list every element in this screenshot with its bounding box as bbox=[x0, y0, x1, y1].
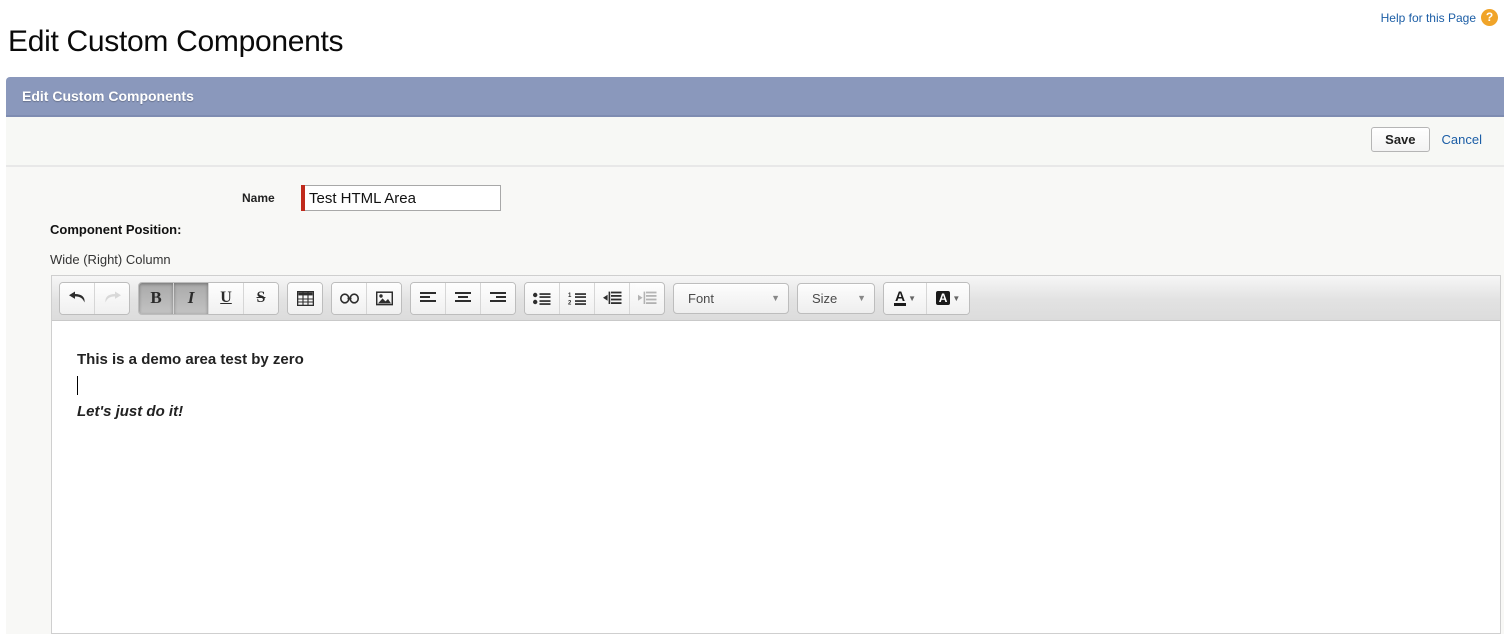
name-field-label: Name bbox=[242, 191, 275, 205]
highlight-color-button[interactable]: A ▼ bbox=[927, 282, 969, 314]
bold-icon: B bbox=[150, 288, 162, 307]
chevron-down-icon: ▼ bbox=[908, 293, 917, 303]
table-icon bbox=[296, 290, 314, 306]
font-family-select[interactable]: Font ▼ bbox=[673, 282, 789, 314]
history-button-group bbox=[59, 281, 130, 315]
numbered-list-button[interactable]: 1 2 bbox=[560, 282, 595, 314]
section-header: Edit Custom Components bbox=[6, 77, 1504, 117]
question-mark-circle-icon[interactable]: ? bbox=[1481, 9, 1498, 26]
section-header-title: Edit Custom Components bbox=[22, 88, 194, 104]
alignment-button-group bbox=[410, 281, 516, 315]
text-color-button[interactable]: A ▼ bbox=[884, 282, 927, 314]
chevron-down-icon: ▼ bbox=[857, 293, 866, 303]
indent-button[interactable] bbox=[595, 282, 630, 314]
insert-button-group bbox=[331, 281, 402, 315]
editor-content-line-1: This is a demo area test by zero bbox=[77, 351, 304, 368]
undo-button[interactable] bbox=[60, 282, 95, 314]
action-buttons: Save Cancel bbox=[1371, 127, 1484, 152]
align-right-icon bbox=[489, 291, 507, 305]
insert-table-button[interactable] bbox=[288, 282, 322, 314]
redo-arrow-icon bbox=[103, 291, 122, 306]
align-left-button[interactable] bbox=[411, 282, 446, 314]
text-style-button-group: B I U S bbox=[138, 281, 279, 315]
font-size-select[interactable]: Size ▼ bbox=[797, 282, 875, 314]
text-cursor bbox=[77, 376, 78, 395]
edit-custom-components-section: Edit Custom Components Save Cancel Name … bbox=[6, 77, 1504, 634]
highlight-color-icon: A bbox=[935, 291, 951, 305]
indent-icon bbox=[602, 291, 622, 305]
form-body: Name Component Position: Wide (Right) Co… bbox=[6, 167, 1504, 634]
svg-text:2: 2 bbox=[568, 300, 572, 305]
component-position-label: Component Position: bbox=[50, 222, 182, 237]
editor-content-line-2 bbox=[77, 373, 1500, 399]
help-for-this-page-link[interactable]: Help for this Page bbox=[1381, 11, 1476, 25]
editor-content-area[interactable]: This is a demo area test by zero Let's j… bbox=[52, 321, 1500, 633]
insert-link-button[interactable] bbox=[332, 282, 367, 314]
chevron-down-icon: ▼ bbox=[771, 293, 780, 303]
save-button[interactable]: Save bbox=[1371, 127, 1430, 152]
rich-text-editor: B I U S 1 2 Font ▼ Size ▼ A ▼ A ▼ This i… bbox=[51, 275, 1501, 634]
italic-icon: I bbox=[187, 288, 195, 307]
chevron-down-icon: ▼ bbox=[952, 293, 961, 303]
page-title: Edit Custom Components bbox=[8, 25, 344, 59]
outdent-icon bbox=[637, 291, 657, 305]
undo-arrow-icon bbox=[68, 291, 87, 306]
text-color-icon: A bbox=[893, 288, 907, 306]
bullet-list-button[interactable] bbox=[525, 282, 560, 314]
component-position-value: Wide (Right) Column bbox=[50, 252, 171, 267]
cancel-button[interactable]: Cancel bbox=[1440, 132, 1484, 147]
align-center-icon bbox=[454, 291, 472, 305]
bold-button[interactable]: B bbox=[139, 282, 174, 314]
editor-toolbar: B I U S 1 2 Font ▼ Size ▼ A ▼ A ▼ bbox=[52, 276, 1500, 321]
italic-button[interactable]: I bbox=[174, 282, 209, 314]
strikethrough-icon: S bbox=[256, 289, 266, 306]
name-input[interactable] bbox=[305, 185, 501, 211]
align-right-button[interactable] bbox=[481, 282, 515, 314]
insert-image-button[interactable] bbox=[367, 282, 401, 314]
image-icon bbox=[375, 290, 393, 306]
align-center-button[interactable] bbox=[446, 282, 481, 314]
table-button-group bbox=[287, 281, 323, 315]
color-button-group: A ▼ A ▼ bbox=[883, 281, 970, 315]
outdent-button[interactable] bbox=[630, 282, 664, 314]
bullet-list-icon bbox=[533, 292, 551, 305]
editor-content-line-3: Let's just do it! bbox=[77, 403, 184, 420]
underline-button[interactable]: U bbox=[209, 282, 244, 314]
link-icon bbox=[339, 292, 359, 305]
underline-icon: U bbox=[220, 289, 232, 306]
list-button-group: 1 2 bbox=[524, 281, 665, 315]
svg-text:1: 1 bbox=[568, 293, 572, 299]
page-root: Edit Custom Components Help for this Pag… bbox=[0, 0, 1504, 634]
align-left-icon bbox=[419, 291, 437, 305]
font-size-select-label: Size bbox=[812, 290, 838, 306]
strikethrough-button[interactable]: S bbox=[244, 282, 278, 314]
font-family-select-label: Font bbox=[688, 290, 715, 306]
action-button-row: Save Cancel bbox=[6, 117, 1504, 167]
redo-button[interactable] bbox=[95, 282, 129, 314]
numbered-list-icon: 1 2 bbox=[568, 292, 587, 305]
